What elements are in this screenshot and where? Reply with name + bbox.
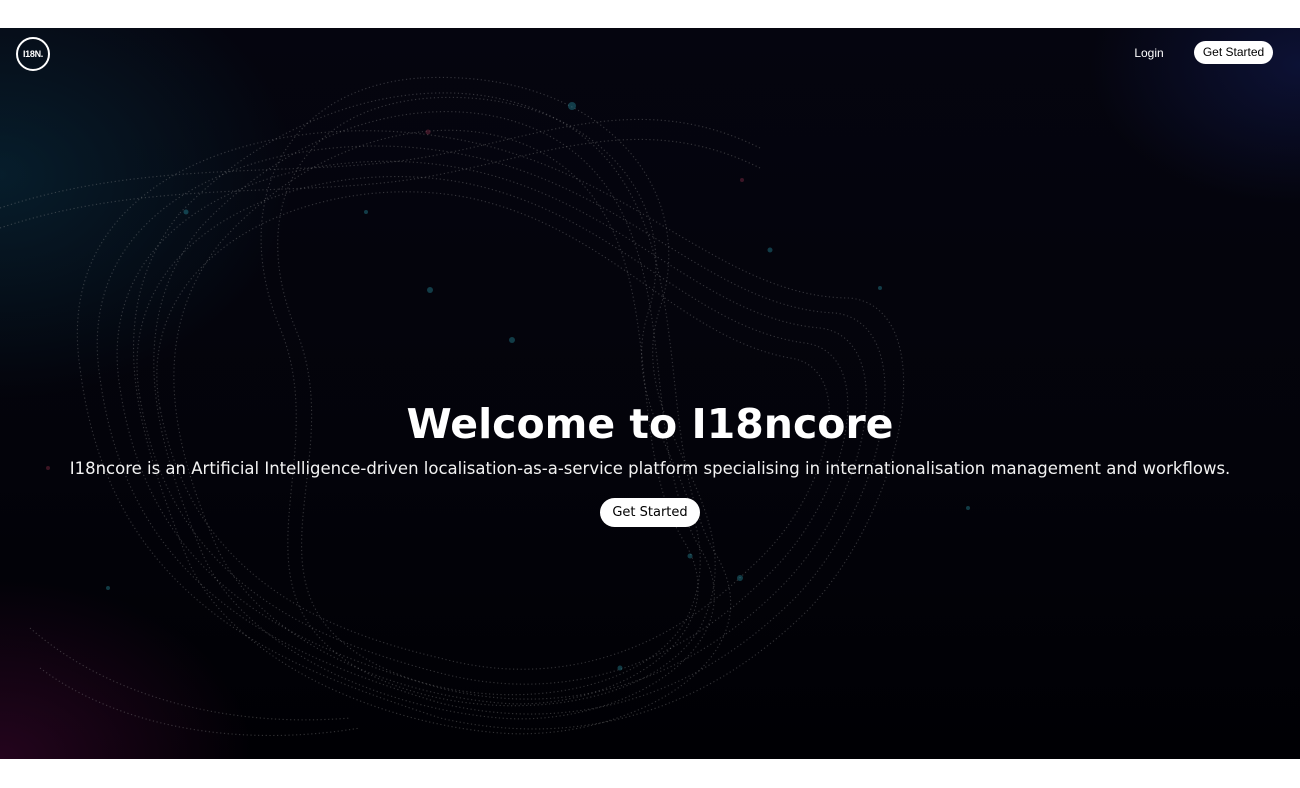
hero-title: Welcome to I18ncore bbox=[406, 400, 894, 448]
logo[interactable]: I18N. bbox=[16, 37, 50, 71]
hero-section: I18N. Login Get Started Welcome to I18nc… bbox=[0, 28, 1300, 759]
login-link[interactable]: Login bbox=[1122, 45, 1176, 61]
header-get-started-button[interactable]: Get Started bbox=[1194, 41, 1273, 64]
hero-get-started-button[interactable]: Get Started bbox=[600, 498, 700, 527]
hero-description: I18ncore is an Artificial Intelligence-d… bbox=[69, 459, 1231, 478]
particle-wave-background bbox=[0, 76, 970, 737]
